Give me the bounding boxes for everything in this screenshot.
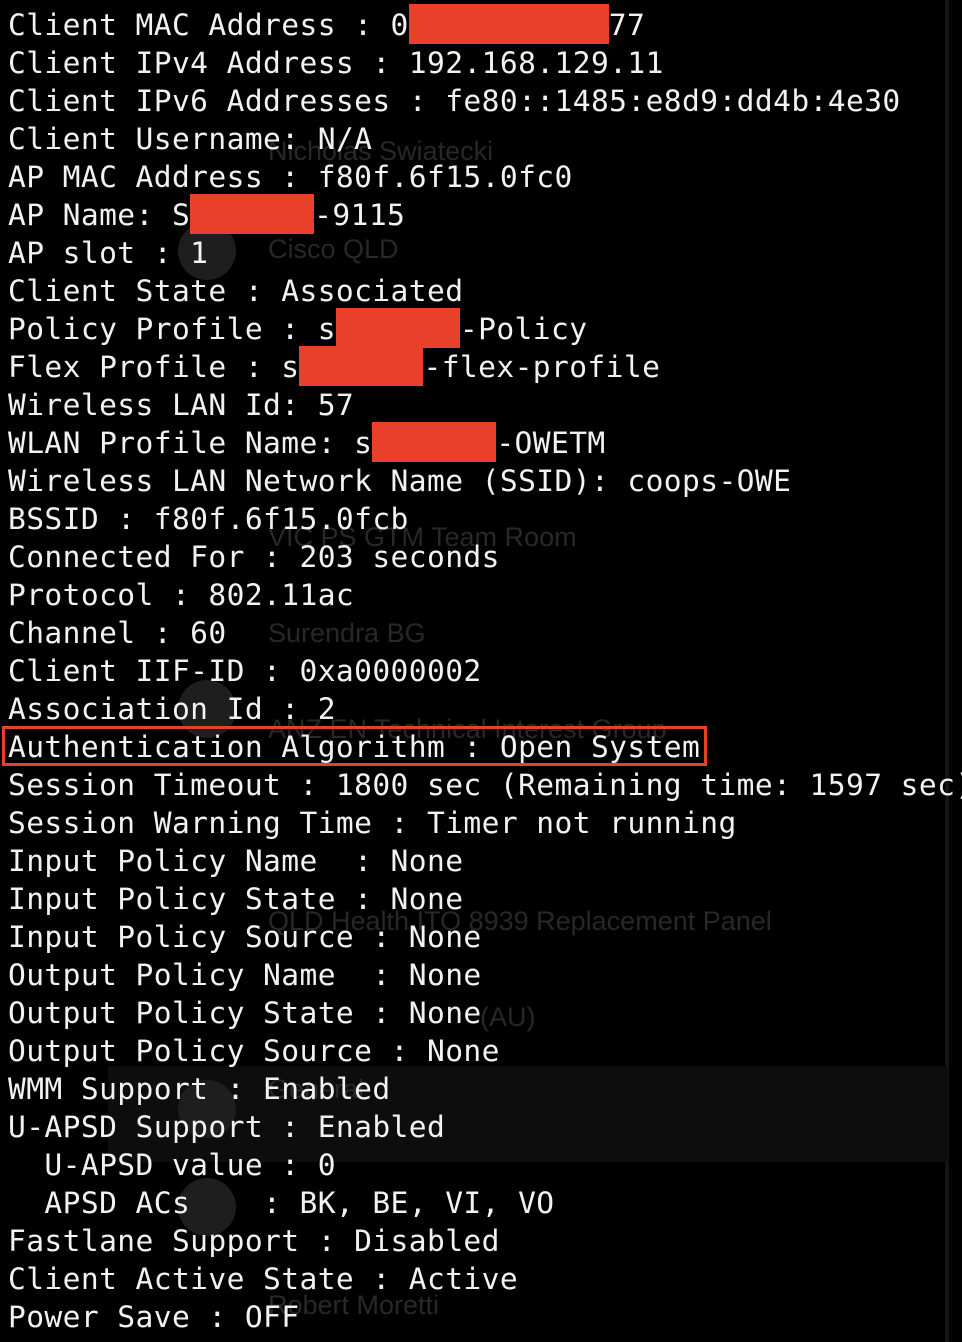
terminal-line: Channel : 60 [8, 614, 227, 652]
ghost-text: Surendra BG [268, 618, 426, 648]
line-text-after-redaction: -Policy [459, 312, 588, 346]
terminal-line: Client MAC Address : 0 77 [8, 3, 646, 44]
line-text: U-APSD Support : Enabled [8, 1110, 446, 1144]
terminal-line: Input Policy Source : None [8, 918, 482, 956]
line-text: Power Save : OFF [8, 1300, 300, 1334]
terminal-line: BSSID : f80f.6f15.0fcb [8, 500, 409, 538]
window-edge [945, 0, 949, 1342]
terminal-line: Output Policy Source : None [8, 1032, 500, 1070]
terminal-line: Input Policy Name : None [8, 842, 463, 880]
terminal-line: AP Name: S -9115 [8, 193, 406, 234]
line-text: Session Warning Time : Timer not running [8, 806, 737, 840]
terminal-line: U-APSD Support : Enabled [8, 1108, 445, 1146]
line-text: Association Id : 2 [8, 692, 336, 726]
terminal-line: AP slot : 1 [8, 234, 208, 272]
line-text: Output Policy Source : None [8, 1034, 500, 1068]
redaction-block [190, 193, 315, 234]
terminal-line: Output Policy State : None [8, 994, 482, 1032]
ghost-text: Cisco QLD [268, 234, 399, 264]
terminal-line: WLAN Profile Name: s -OWETM [8, 421, 606, 462]
line-text-after-redaction: -flex-profile [423, 350, 661, 384]
line-text: Protocol : 802.11ac [8, 578, 355, 612]
redaction-block [299, 345, 424, 386]
terminal-line: Session Timeout : 1800 sec (Remaining ti… [8, 766, 962, 804]
line-text-after-redaction: 77 [608, 8, 646, 42]
line-text: Wireless LAN Id: 57 [8, 388, 355, 422]
terminal-line: Output Policy Name : None [8, 956, 482, 994]
line-text: Input Policy State : None [8, 882, 464, 916]
terminal-line: Client State : Associated [8, 272, 463, 310]
redaction-block [408, 3, 609, 44]
terminal-line: Fastlane Support : Disabled [8, 1222, 500, 1260]
terminal-line: Input Policy State : None [8, 880, 463, 918]
terminal-line: Association Id : 2 [8, 690, 336, 728]
line-text: Client IPv6 Addresses : fe80::1485:e8d9:… [8, 84, 901, 118]
terminal-line: WMM Support : Enabled [8, 1070, 391, 1108]
line-text: Input Policy Name : None [8, 844, 464, 878]
line-text: Wireless LAN Network Name (SSID): coops-… [8, 464, 792, 498]
line-text: Output Policy State : None [8, 996, 482, 1030]
terminal-line: Flex Profile : s -flex-profile [8, 345, 661, 386]
line-text-before-redaction: WLAN Profile Name: s [8, 426, 373, 460]
line-text: Input Policy Source : None [8, 920, 482, 954]
terminal-line: Client IPv6 Addresses : fe80::1485:e8d9:… [8, 82, 901, 120]
terminal-line: Protocol : 802.11ac [8, 576, 354, 614]
line-text: BSSID : f80f.6f15.0fcb [8, 502, 409, 536]
line-text: Channel : 60 [8, 616, 227, 650]
terminal-line: APSD ACs : BK, BE, VI, VO [8, 1184, 555, 1222]
line-text: Client IIF-ID : 0xa0000002 [8, 654, 482, 688]
terminal-line: U-APSD value : 0 [8, 1146, 336, 1184]
line-text: Output Policy Name : None [8, 958, 482, 992]
line-text-after-redaction: -OWETM [496, 426, 606, 460]
line-text: Client State : Associated [8, 274, 464, 308]
highlight-box [2, 726, 707, 766]
terminal-line: Session Warning Time : Timer not running [8, 804, 737, 842]
line-text-after-redaction: -9115 [314, 198, 406, 232]
terminal-line: Client Username: N/A [8, 120, 372, 158]
line-text: Client Username: N/A [8, 122, 373, 156]
line-text: APSD ACs : BK, BE, VI, VO [8, 1186, 555, 1220]
terminal-line: Power Save : OFF [8, 1298, 299, 1336]
ghost-text: (AU) [480, 1002, 536, 1032]
line-text-before-redaction: Policy Profile : s [8, 312, 336, 346]
redaction-block [335, 307, 460, 348]
line-text: U-APSD value : 0 [8, 1148, 336, 1182]
terminal-line: Wireless LAN Network Name (SSID): coops-… [8, 462, 791, 500]
terminal-window[interactable]: Nicholas Swiatecki Cisco QLD VIC PS GTM … [0, 0, 962, 1342]
line-text: AP MAC Address : f80f.6f15.0fc0 [8, 160, 573, 194]
line-text-before-redaction: Flex Profile : s [8, 350, 300, 384]
terminal-line: Wireless LAN Id: 57 [8, 386, 354, 424]
line-text: AP slot : 1 [8, 236, 209, 270]
line-text-before-redaction: AP Name: S [8, 198, 191, 232]
terminal-line: Client IIF-ID : 0xa0000002 [8, 652, 482, 690]
line-text: Session Timeout : 1800 sec (Remaining ti… [8, 768, 962, 802]
line-text: WMM Support : Enabled [8, 1072, 391, 1106]
line-text-before-redaction: Client MAC Address : 0 [8, 8, 409, 42]
terminal-line: AP MAC Address : f80f.6f15.0fc0 [8, 158, 573, 196]
line-text: Fastlane Support : Disabled [8, 1224, 500, 1258]
terminal-line: Client IPv4 Address : 192.168.129.11 [8, 44, 664, 82]
terminal-line: Connected For : 203 seconds [8, 538, 500, 576]
redaction-block [372, 421, 497, 462]
terminal-line: Client Active State : Active [8, 1260, 518, 1298]
line-text: Connected For : 203 seconds [8, 540, 500, 574]
line-text: Client Active State : Active [8, 1262, 519, 1296]
line-text: Client IPv4 Address : 192.168.129.11 [8, 46, 664, 80]
terminal-line: Policy Profile : s -Policy [8, 307, 588, 348]
